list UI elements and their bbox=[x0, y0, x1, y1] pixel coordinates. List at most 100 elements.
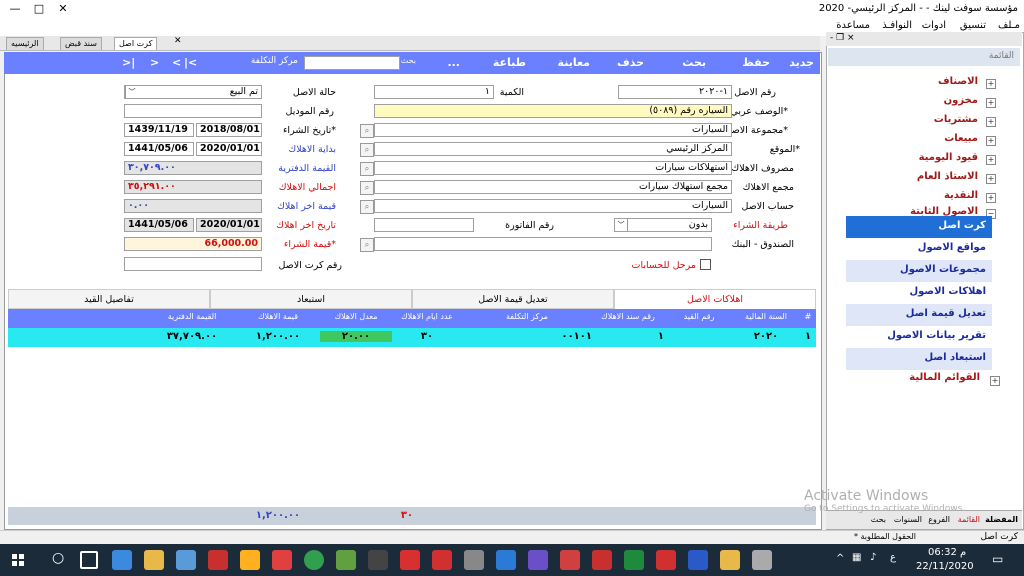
preview-button[interactable]: معاينة bbox=[558, 56, 590, 69]
invoice-no-field[interactable] bbox=[374, 218, 474, 232]
tree-subitem[interactable]: كرت اصل bbox=[846, 216, 992, 238]
maximize-button[interactable]: □ bbox=[28, 2, 50, 16]
expand-icon[interactable]: + bbox=[986, 117, 996, 127]
tree-subitem[interactable]: تقرير بيانات الاصول bbox=[846, 326, 992, 348]
chevron-down-icon[interactable]: ﹀ bbox=[125, 86, 138, 98]
col-depr-voucher[interactable]: رقم سند الاهلاك bbox=[592, 312, 664, 321]
app-icon-11[interactable] bbox=[592, 550, 612, 570]
cashbox-field[interactable] bbox=[374, 237, 712, 251]
chevron-down-icon[interactable]: ﹀ bbox=[615, 219, 628, 231]
task-view-icon[interactable] bbox=[80, 551, 98, 569]
tree-item[interactable]: الاصناف bbox=[938, 76, 978, 87]
depr-total-field[interactable]: مجمع استهلاك سيارات bbox=[374, 180, 732, 194]
save-button[interactable]: حفظ bbox=[742, 56, 770, 69]
app-icon-6[interactable] bbox=[432, 550, 452, 570]
word-icon[interactable] bbox=[688, 550, 708, 570]
tree-item[interactable]: الاستاذ العام bbox=[917, 171, 978, 182]
col-book-value[interactable]: القيمة الدفترية bbox=[148, 312, 236, 321]
expand-icon[interactable]: + bbox=[986, 136, 996, 146]
col-index[interactable]: # bbox=[800, 312, 816, 321]
edge-icon[interactable] bbox=[112, 550, 132, 570]
search-icon[interactable]: ⌕ bbox=[360, 162, 374, 176]
search-button[interactable]: بحث bbox=[682, 56, 706, 69]
tree-item-financial-statements[interactable]: القوائم المالية bbox=[909, 372, 980, 383]
col-entry-no[interactable]: رقم القيد bbox=[664, 312, 734, 321]
excel-icon[interactable] bbox=[624, 550, 644, 570]
app-icon-10[interactable] bbox=[560, 550, 580, 570]
tab-menu[interactable]: القائمة bbox=[958, 515, 980, 524]
purchase-date-g[interactable]: 2018/08/01 bbox=[196, 123, 262, 137]
app-icon-7[interactable] bbox=[464, 550, 484, 570]
notification-icon[interactable]: ▭ bbox=[992, 552, 1003, 566]
menu-file[interactable]: مـلف bbox=[998, 20, 1020, 31]
anydesk-icon[interactable] bbox=[400, 550, 420, 570]
tree-subitem[interactable]: تعديل قيمة اصل bbox=[846, 304, 992, 326]
explorer-icon[interactable] bbox=[144, 550, 164, 570]
expand-icon[interactable]: + bbox=[986, 193, 996, 203]
tree-item[interactable]: النقدية bbox=[944, 190, 978, 201]
tab-disposal[interactable]: استبعاد bbox=[210, 289, 412, 309]
more-button[interactable]: ... bbox=[447, 56, 460, 69]
expand-icon[interactable]: + bbox=[986, 79, 996, 89]
clock-date[interactable]: 22/11/2020 bbox=[916, 561, 974, 572]
app-icon-4[interactable] bbox=[336, 550, 356, 570]
tree-subitem[interactable]: استبعاد اصل bbox=[846, 348, 992, 370]
search-icon[interactable]: ○ bbox=[52, 550, 64, 566]
col-cost-center[interactable]: مركز التكلفة bbox=[462, 312, 592, 321]
depr-start-g[interactable]: 2020/01/01 bbox=[196, 142, 262, 156]
posted-checkbox[interactable] bbox=[700, 259, 711, 270]
pane-controls[interactable]: - ❐ × bbox=[830, 33, 855, 43]
tab-favorites[interactable]: المفضلة bbox=[985, 515, 1018, 524]
app-icon-13[interactable] bbox=[720, 550, 740, 570]
tree-subitem[interactable]: مجموعات الاصول bbox=[846, 260, 992, 282]
search-input[interactable] bbox=[304, 56, 400, 70]
tree-subitem[interactable]: اهلاكات الاصول bbox=[846, 282, 992, 304]
delete-button[interactable]: حذف bbox=[617, 56, 644, 69]
tree-item[interactable]: مخزون bbox=[944, 95, 978, 106]
tab-home[interactable]: الرئيسيه bbox=[6, 37, 44, 50]
tab-asset-depreciation[interactable]: اهلاكات الاصل bbox=[614, 289, 816, 309]
mail-icon[interactable] bbox=[176, 550, 196, 570]
col-depr-days[interactable]: عدد ايام الاهلاك bbox=[392, 312, 462, 321]
nav-first-button[interactable]: |< bbox=[184, 56, 197, 69]
asset-card-no-field[interactable] bbox=[124, 257, 262, 271]
tab-years[interactable]: السنوات bbox=[894, 515, 922, 524]
app-icon-8[interactable] bbox=[496, 550, 516, 570]
minimize-button[interactable]: — bbox=[4, 2, 26, 16]
expand-icon[interactable]: + bbox=[986, 98, 996, 108]
search-icon[interactable]: ⌕ bbox=[360, 238, 374, 252]
depr-expense-field[interactable]: استهلاكات سيارات bbox=[374, 161, 732, 175]
app-icon-5[interactable] bbox=[368, 550, 388, 570]
app-icon-12[interactable] bbox=[656, 550, 676, 570]
location-field[interactable]: المركز الرئيسي bbox=[374, 142, 732, 156]
tray-chevron-icon[interactable]: ^ bbox=[836, 553, 844, 564]
expand-icon[interactable]: + bbox=[990, 376, 1000, 386]
asset-account-field[interactable]: السيارات bbox=[374, 199, 732, 213]
tab-receipt[interactable]: سند قبض bbox=[60, 37, 102, 50]
col-depr-value[interactable]: قيمة الاهلاك bbox=[236, 312, 320, 321]
app-icon-3[interactable] bbox=[272, 550, 292, 570]
tree-node-financial[interactable]: + bbox=[990, 376, 1000, 386]
search-icon[interactable]: ⌕ bbox=[360, 200, 374, 214]
app-icon-9[interactable] bbox=[528, 550, 548, 570]
purchase-method-select[interactable]: ﹀ بدون bbox=[614, 218, 712, 232]
chrome-icon[interactable] bbox=[304, 550, 324, 570]
keyboard-language[interactable]: ع bbox=[890, 552, 896, 563]
expand-icon[interactable]: + bbox=[986, 155, 996, 165]
new-button[interactable]: جديد bbox=[789, 56, 814, 69]
tree-item[interactable]: قيود اليومية bbox=[919, 152, 978, 163]
tree-item[interactable]: مشتريات bbox=[934, 114, 978, 125]
app-icon-14[interactable] bbox=[752, 550, 772, 570]
search-icon[interactable]: ⌕ bbox=[360, 181, 374, 195]
tab-entry-details[interactable]: تفاصيل القيد bbox=[8, 289, 210, 309]
tab-value-adjustment[interactable]: تعديل قيمة الاصل bbox=[412, 289, 614, 309]
col-depr-rate[interactable]: معدل الاهلاك bbox=[320, 312, 392, 321]
clock-time[interactable]: 06:32 م bbox=[928, 547, 966, 558]
nav-next-button[interactable]: > bbox=[150, 56, 159, 69]
volume-icon[interactable]: ♪ bbox=[870, 552, 876, 563]
col-fiscal-year[interactable]: السنة المالية bbox=[734, 312, 798, 321]
model-field[interactable] bbox=[124, 104, 262, 118]
group-field[interactable]: السيارات bbox=[374, 123, 732, 137]
menu-format[interactable]: تنسيق bbox=[960, 20, 986, 31]
description-field[interactable]: السياره رقم (٥٠٨٩) bbox=[374, 104, 732, 118]
